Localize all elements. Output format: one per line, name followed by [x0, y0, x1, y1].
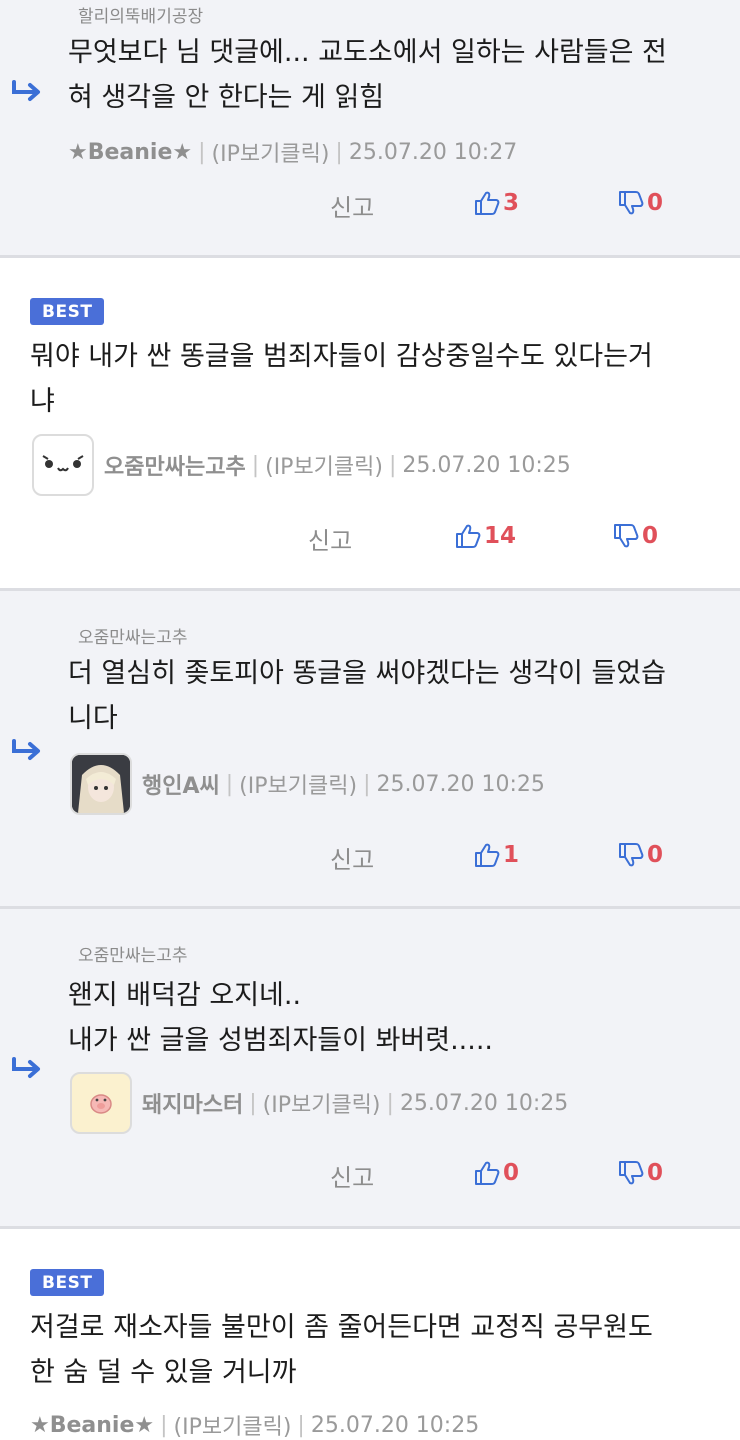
dislike-button[interactable]: 0 [618, 190, 663, 216]
dislike-button[interactable]: 0 [618, 842, 663, 868]
comment-text: 저걸로 재소자들 불만이 좀 줄어든다면 교정직 공무원도 한 숨 덜 수 있을… [30, 1312, 653, 1388]
like-button[interactable]: 1 [474, 842, 519, 868]
comment-datetime: 25.07.20 10:25 [310, 1412, 480, 1438]
report-button[interactable]: 신고 [330, 1158, 374, 1193]
report-button[interactable]: 신고 [330, 840, 374, 875]
reply-arrow-icon [12, 739, 40, 760]
comment-datetime: 25.07.20 10:27 [348, 139, 518, 165]
ip-link[interactable]: (IP보기클릭) [263, 1087, 381, 1119]
comment-datetime: 25.07.20 10:25 [402, 452, 571, 478]
comment-meta: ★Beanie★ | (IP보기클릭) | 25.07.20 10:25 [30, 1409, 479, 1440]
like-button[interactable]: 14 [455, 523, 516, 549]
best-badge: BEST [30, 1269, 105, 1296]
thumbs-up-icon [475, 1161, 500, 1185]
like-button[interactable]: 3 [474, 190, 519, 216]
ip-link[interactable]: (IP보기클릭) [174, 1409, 292, 1440]
meta-divider: | [297, 1412, 305, 1438]
comment-meta: 오줌만싸는고추 | (IP보기클릭) | 25.07.20 10:25 [32, 434, 571, 496]
author-name[interactable]: 오줌만싸는고추 [104, 449, 246, 481]
avatar-character-icon [72, 755, 130, 813]
meta-divider: | [198, 139, 206, 165]
comment-meta: 행인A씨 | (IP보기클릭) | 25.07.20 10:25 [70, 753, 545, 815]
avatar-face-icon [42, 455, 84, 472]
ip-link[interactable]: (IP보기클릭) [212, 136, 330, 168]
reply-arrow-icon [12, 80, 40, 101]
meta-divider: | [225, 771, 234, 797]
dislike-count: 0 [647, 190, 664, 216]
dislike-button[interactable]: 0 [613, 523, 658, 549]
reply-arrow-icon [12, 1057, 40, 1078]
thumbs-down-icon [619, 191, 644, 215]
comment-text: 뭐야 내가 싼 똥글을 범죄자들이 감상중일수도 있다는거 냐 [30, 341, 653, 417]
reply-to-label[interactable]: 오줌만싸는고추 [78, 623, 187, 648]
meta-divider: | [335, 139, 343, 165]
comment-meta: 돼지마스터 | (IP보기클릭) | 25.07.20 10:25 [70, 1072, 568, 1134]
comment-meta: ★Beanie★ | (IP보기클릭) | 25.07.20 10:27 [68, 136, 517, 168]
dislike-count: 0 [642, 523, 659, 549]
comment-best: BEST 뭐야 내가 싼 똥글을 범죄자들이 감상중일수도 있다는거 냐 오줌만… [0, 258, 740, 591]
thumbs-up-icon [475, 843, 500, 867]
author-name[interactable]: 돼지마스터 [142, 1087, 243, 1119]
comment-text: 왠지 배덕감 오지네.. 내가 싼 글을 성범죄자들이 봐버렷..... [68, 980, 494, 1056]
avatar[interactable] [70, 753, 132, 815]
dislike-count: 0 [647, 842, 664, 868]
pig-icon [90, 1094, 112, 1114]
author-name[interactable]: ★Beanie★ [68, 140, 192, 165]
meta-divider: | [386, 1090, 394, 1116]
meta-divider: | [249, 1090, 257, 1116]
thumbs-down-icon [619, 1161, 644, 1185]
thumbs-down-icon [619, 843, 644, 867]
meta-divider: | [251, 452, 260, 478]
reply-to-label[interactable]: 오줌만싸는고추 [78, 941, 187, 966]
best-badge: BEST [30, 298, 105, 325]
comment-text: 무엇보다 님 댓글에... 교도소에서 일하는 사람들은 전 혀 생각을 안 한… [68, 37, 667, 113]
comment-reply: 오줌만싸는고추 왠지 배덕감 오지네.. 내가 싼 글을 성범죄자들이 봐버렷.… [0, 909, 740, 1229]
thumbs-up-icon [475, 191, 500, 215]
comment-text: 더 열심히 좆토피아 똥글을 써야겠다는 생각이 들었습 니다 [68, 658, 666, 734]
comment-best: BEST 저걸로 재소자들 불만이 좀 줄어든다면 교정직 공무원도 한 숨 덜… [0, 1229, 740, 1440]
report-button[interactable]: 신고 [330, 188, 374, 223]
ip-link[interactable]: (IP보기클릭) [265, 449, 383, 481]
avatar[interactable] [32, 434, 94, 496]
like-count: 0 [503, 1160, 520, 1186]
comment-datetime: 25.07.20 10:25 [399, 1090, 569, 1116]
comment-datetime: 25.07.20 10:25 [376, 771, 545, 797]
meta-divider: | [363, 771, 371, 797]
like-count: 14 [484, 523, 517, 549]
meta-divider: | [160, 1412, 168, 1438]
comment-reply: 오줌만싸는고추 더 열심히 좆토피아 똥글을 써야겠다는 생각이 들었습 니다 … [0, 591, 740, 909]
thumbs-up-icon [456, 524, 481, 548]
dislike-button[interactable]: 0 [618, 1160, 663, 1186]
like-button[interactable]: 0 [474, 1160, 519, 1186]
like-count: 1 [503, 842, 520, 868]
meta-divider: | [389, 452, 397, 478]
report-button[interactable]: 신고 [308, 521, 352, 556]
comment-reply: 할리의뚝배기공장 무엇보다 님 댓글에... 교도소에서 일하는 사람들은 전 … [0, 0, 740, 258]
ip-link[interactable]: (IP보기클릭) [239, 768, 357, 800]
author-name[interactable]: ★Beanie★ [30, 1413, 154, 1438]
avatar[interactable] [70, 1072, 132, 1134]
reply-to-label[interactable]: 할리의뚝배기공장 [78, 2, 203, 27]
dislike-count: 0 [647, 1160, 664, 1186]
author-name[interactable]: 행인A씨 [142, 768, 220, 800]
like-count: 3 [503, 190, 520, 216]
thumbs-down-icon [614, 524, 639, 548]
